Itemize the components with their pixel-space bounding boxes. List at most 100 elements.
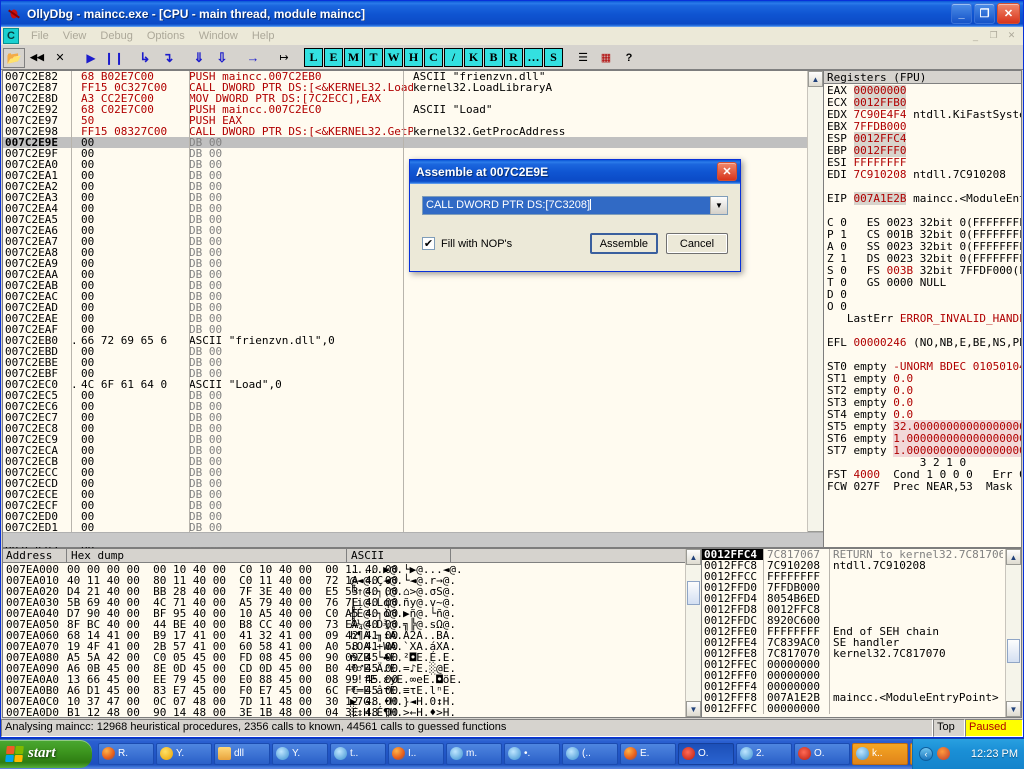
step-into-button[interactable]: ↳	[134, 48, 156, 68]
taskbar-item[interactable]: k..	[852, 743, 908, 765]
menu-item-window[interactable]: Window	[192, 29, 245, 43]
close-program-button[interactable]: ✕	[49, 48, 71, 68]
disassembly-row[interactable]: 007C2EAE00DB 00	[3, 313, 823, 324]
cancel-button[interactable]: Cancel	[666, 233, 728, 254]
taskbar-item[interactable]: R.	[98, 743, 154, 765]
stack-scroll-up-icon[interactable]: ▲	[1006, 549, 1021, 565]
step-over-button[interactable]: ↴	[157, 48, 179, 68]
stack-scroll-thumb[interactable]	[1007, 639, 1020, 663]
menu-item-debug[interactable]: Debug	[93, 29, 139, 43]
title-bar[interactable]: OllyDbg - maincc.exe - [CPU - main threa…	[1, 1, 1023, 27]
disassembly-row[interactable]: 007C2ECF00DB 00	[3, 500, 823, 511]
dump-vertical-scrollbar[interactable]: ▲ ▼	[685, 549, 701, 717]
mdi-minimize-button[interactable]: _	[968, 29, 983, 42]
windows-window-button[interactable]: W	[384, 48, 403, 67]
animate-over-button[interactable]: ⇩	[211, 48, 233, 68]
memory-dump-pane[interactable]: Address Hex dump ASCII 007EA00000 00 00 …	[2, 548, 702, 718]
executables-window-button[interactable]: E	[324, 48, 343, 67]
ollydbg-bug-icon[interactable]	[5, 5, 23, 23]
disassembly-row[interactable]: 007C2EC600DB 00	[3, 401, 823, 412]
close-button[interactable]: ✕	[997, 3, 1020, 24]
stack-scroll-track[interactable]	[1006, 565, 1021, 701]
taskbar-item[interactable]: I..	[388, 743, 444, 765]
restart-button[interactable]: ◀◀	[26, 48, 48, 68]
disassembly-row[interactable]: 007C2E9F00DB 00	[3, 148, 823, 159]
menu-item-help[interactable]: Help	[245, 29, 282, 43]
disassembly-row[interactable]: 007C2EAD00DB 00	[3, 302, 823, 313]
stack-pane[interactable]: 0012FFC47C817067RETURN to kernel32.7C817…	[702, 548, 1022, 718]
disassembly-row[interactable]: 007C2EAB00DB 00	[3, 280, 823, 291]
assemble-instruction-combobox[interactable]: CALL DWORD PTR DS:[7C3208] ▼	[422, 196, 728, 215]
disassembly-row[interactable]: 007C2EC900DB 00	[3, 434, 823, 445]
registers-body[interactable]: EAX 00000000 ECX 0012FFB0 EDX 7C90E4F4 n…	[824, 85, 1021, 547]
scroll-up-icon[interactable]: ▲	[808, 71, 823, 87]
taskbar-item[interactable]: 2.	[736, 743, 792, 765]
start-button[interactable]: start	[0, 740, 92, 768]
dump-scroll-track[interactable]	[686, 565, 701, 701]
run-button[interactable]: ▶	[80, 48, 102, 68]
lasterr-row[interactable]: LastErr ERROR_INVALID_HANDLE	[824, 313, 1021, 325]
log-window-button[interactable]: L	[304, 48, 323, 67]
cpu-window-icon[interactable]: C	[3, 28, 19, 44]
register-row-edi[interactable]: EDI 7C910208 ntdll.7C910208	[824, 169, 1021, 181]
taskbar-item[interactable]: t..	[330, 743, 386, 765]
disasm-vertical-scrollbar[interactable]: ▲ ▼	[807, 71, 823, 547]
stack-row[interactable]: 0012FFFC00000000	[702, 703, 1003, 714]
restore-button[interactable]: ❐	[974, 3, 995, 24]
dump-row[interactable]: 007EA0D0B1 12 48 00 90 14 48 00 3E 1B 48…	[3, 707, 683, 717]
stack-rows[interactable]: 0012FFC47C817067RETURN to kernel32.7C817…	[702, 549, 1003, 717]
disassembly-row[interactable]: 007C2EBD00DB 00	[3, 346, 823, 357]
disassembly-row[interactable]: 007C2EBE00DB 00	[3, 357, 823, 368]
dump-scroll-thumb[interactable]	[687, 581, 700, 605]
assemble-dialog-close-icon[interactable]: ✕	[717, 162, 737, 181]
breakpoints-button[interactable]: B	[484, 48, 503, 67]
registers-pane[interactable]: Registers (FPU) EAX 00000000 ECX 0012FFB…	[824, 70, 1022, 548]
show-hidden-icons-icon[interactable]: ‹	[919, 747, 933, 761]
threads-window-button[interactable]: T	[364, 48, 383, 67]
disassembly-row[interactable]: 007C2EAC00DB 00	[3, 291, 823, 302]
assemble-dialog-titlebar[interactable]: Assemble at 007C2E9E ✕	[410, 160, 740, 184]
taskbar-item[interactable]: O.	[794, 743, 850, 765]
disassembly-row[interactable]: 007C2EC800DB 00	[3, 423, 823, 434]
fill-with-nops-checkbox[interactable]: ✔	[422, 237, 435, 250]
execute-till-return-button[interactable]: →	[242, 48, 264, 68]
taskbar-item[interactable]: Y.	[272, 743, 328, 765]
dump-rows[interactable]: 007EA00000 00 00 00 00 10 40 00 C0 10 40…	[3, 564, 683, 717]
stack-scroll-down-icon[interactable]: ▼	[1006, 701, 1021, 717]
disassembly-row[interactable]: 007C2ECC00DB 00	[3, 467, 823, 478]
pause-button[interactable]: ❙❙	[103, 48, 125, 68]
dump-scroll-down-icon[interactable]: ▼	[686, 701, 701, 717]
disassembly-row[interactable]: 007C2E9268 C02E7C00PUSH maincc.007C2EC0A…	[3, 104, 823, 115]
efl-row[interactable]: EFL 00000246 (NO,NB,E,BE,NS,PE,GE	[824, 337, 1021, 349]
assemble-instruction-input[interactable]: CALL DWORD PTR DS:[7C3208]	[423, 197, 710, 214]
disassembly-row[interactable]: 007C2EC700DB 00	[3, 412, 823, 423]
minimize-button[interactable]: _	[951, 3, 972, 24]
disassembly-rows[interactable]: 007C2E8268 B02E7C00PUSH maincc.007C2EB0A…	[3, 71, 823, 547]
run-trace-button[interactable]: …	[524, 48, 543, 67]
disassembly-row[interactable]: 007C2EC500DB 00	[3, 390, 823, 401]
taskbar-item[interactable]: E.	[620, 743, 676, 765]
assemble-dialog[interactable]: Assemble at 007C2E9E ✕ CALL DWORD PTR DS…	[409, 159, 741, 272]
appearance-button[interactable]: ▦	[595, 48, 617, 68]
animate-into-button[interactable]: ⇓	[188, 48, 210, 68]
fcw-row[interactable]: FCW 027F Prec NEAR,53 Mask 1	[824, 481, 1021, 493]
dump-scroll-up-icon[interactable]: ▲	[686, 549, 701, 565]
disassembly-row[interactable]: 007C2ED000DB 00	[3, 511, 823, 522]
taskbar-item[interactable]: O.	[678, 743, 734, 765]
trace-into-button[interactable]: ↦	[273, 48, 295, 68]
taskbar-item[interactable]: Y.	[156, 743, 212, 765]
options-list-button[interactable]: ☰	[572, 48, 594, 68]
disassembly-row[interactable]: 007C2E9E00DB 00	[3, 137, 823, 148]
taskbar-item[interactable]: •.	[504, 743, 560, 765]
taskbar-item[interactable]: m.	[446, 743, 502, 765]
cpu-window-button[interactable]: C	[424, 48, 443, 67]
taskbar-item[interactable]: (..	[562, 743, 618, 765]
source-window-button[interactable]: S	[544, 48, 563, 67]
call-stack-button[interactable]: K	[464, 48, 483, 67]
disassembly-row[interactable]: 007C2EC0.4C 6F 61 64 0ASCII "Load",0	[3, 379, 823, 390]
assemble-button[interactable]: Assemble	[590, 233, 658, 254]
disassembly-row[interactable]: 007C2EB0.66 72 69 65 6ASCII "frienzvn.dl…	[3, 335, 823, 346]
stack-vertical-scrollbar[interactable]: ▲ ▼	[1005, 549, 1021, 717]
menu-item-view[interactable]: View	[56, 29, 94, 43]
taskbar-item[interactable]: dll	[214, 743, 270, 765]
